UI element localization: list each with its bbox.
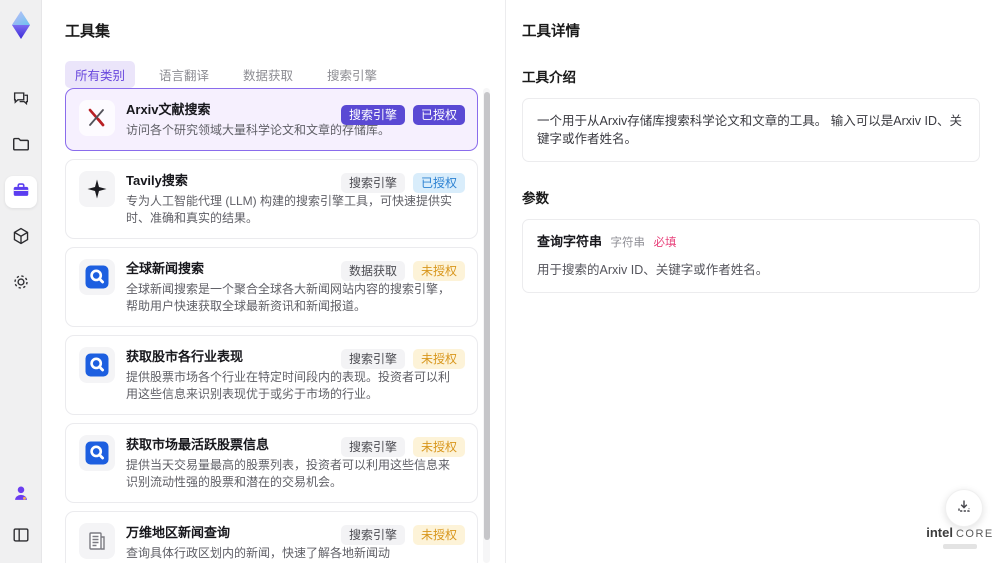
auth-status-badge: 未授权 — [412, 437, 465, 457]
category-badge: 搜索引擎 — [340, 173, 405, 193]
tool-badges: 搜索引擎 已授权 — [340, 173, 465, 193]
category-tabs: 所有类别 语言翻译 数据获取 搜索引擎 — [65, 61, 505, 88]
gear-icon — [11, 272, 31, 297]
tool-list: Arxiv文献搜索 访问各个研究领域大量科学论文和文章的存储库。 搜索引擎 已授权 Ta… — [65, 88, 478, 563]
news-search-icon — [79, 347, 115, 383]
panel-collapse-icon — [11, 525, 31, 550]
category-badge: 搜索引擎 — [340, 349, 405, 369]
list-scrollbar[interactable] — [483, 88, 490, 563]
category-badge: 搜索引擎 — [340, 437, 405, 457]
tool-badges: 数据获取 未授权 — [340, 261, 465, 281]
sidebar-item-profile[interactable] — [5, 479, 37, 511]
intel-core-logo: intel CORE — [925, 524, 995, 549]
tab-all-categories[interactable]: 所有类别 — [65, 61, 136, 88]
category-badge: 数据获取 — [340, 261, 405, 281]
sidebar-item-settings[interactable] — [5, 268, 37, 300]
tool-details-panel: 工具详情 工具介绍 一个用于从Arxiv存储库搜索科学论文和文章的工具。 输入可… — [505, 0, 1000, 563]
sidebar-item-tools[interactable] — [4, 176, 37, 208]
category-badge: 搜索引擎 — [340, 525, 405, 545]
tool-badges: 搜索引擎 已授权 — [340, 105, 465, 125]
intel-logo-sub-bar — [943, 544, 977, 549]
app-sidebar — [0, 0, 42, 563]
page-title: 工具集 — [65, 23, 111, 40]
tool-badges: 搜索引擎 未授权 — [340, 349, 465, 369]
app-logo-icon — [6, 10, 36, 40]
tab-1[interactable]: 语言翻译 — [149, 61, 219, 88]
tool-card[interactable]: 获取市场最活跃股票信息 提供当天交易量最高的股票列表，投资者可以利用这些信息来识别… — [65, 423, 478, 503]
tool-description: 提供股票市场各个行业在特定时间段内的表现。投资者可以利用这些信息来识别表现优于或… — [126, 370, 451, 401]
tool-card[interactable]: 万维地区新闻查询 查询具体行政区划内的新闻，快速了解各地新闻动 搜索引擎 未授权 — [65, 511, 478, 563]
auth-status-badge: 已授权 — [412, 105, 465, 125]
tool-description: 全球新闻搜索是一个聚合全球各大新闻网站内容的搜索引擎，帮助用户快速获取全球最新资… — [126, 282, 451, 313]
auth-status-badge: 已授权 — [412, 173, 465, 193]
auth-status-badge: 未授权 — [412, 525, 465, 545]
param-header: 查询字符串 字符串 必填 — [537, 233, 965, 252]
tavily-star-icon — [79, 171, 115, 207]
tool-list-panel: 工具集 所有类别 语言翻译 数据获取 搜索引擎 Arxiv文献搜索 访问各个研究领域大量… — [42, 0, 505, 563]
category-badge: 搜索引擎 — [340, 105, 405, 125]
folder-icon — [11, 134, 31, 159]
details-title: 工具详情 — [522, 24, 580, 40]
param-name: 查询字符串 — [537, 234, 603, 249]
intro-heading: 工具介绍 — [522, 70, 576, 85]
tool-badges: 搜索引擎 未授权 — [340, 437, 465, 457]
briefcase-icon — [11, 180, 31, 205]
sidebar-item-files[interactable] — [5, 130, 37, 162]
tool-description: 专为人工智能代理 (LLM) 构建的搜索引擎工具，可快速提供实时、准确和真实的结… — [126, 194, 453, 225]
collapse-sidebar-button[interactable] — [5, 521, 37, 553]
download-button[interactable] — [945, 489, 983, 527]
params-heading: 参数 — [522, 191, 549, 206]
tool-card[interactable]: 全球新闻搜索 全球新闻搜索是一个聚合全球各大新闻网站内容的搜索引擎，帮助用户快速获… — [65, 247, 478, 327]
intro-text: 一个用于从Arxiv存储库搜索科学论文和文章的工具。 输入可以是Arxiv ID… — [522, 98, 980, 162]
param-desc: 用于搜索的Arxiv ID、关键字或作者姓名。 — [537, 263, 769, 277]
param-type: 字符串 — [610, 237, 646, 249]
intel-wordmark: intel — [926, 525, 953, 540]
download-icon — [955, 497, 973, 520]
tool-badges: 搜索引擎 未授权 — [340, 525, 465, 545]
tool-card[interactable]: Arxiv文献搜索 访问各个研究领域大量科学论文和文章的存储库。 搜索引擎 已授权 — [65, 88, 478, 151]
user-avatar-icon — [11, 483, 31, 508]
sidebar-item-chat[interactable] — [5, 84, 37, 116]
tool-description: 提供当天交易量最高的股票列表，投资者可以利用这些信息来识别流动性强的股票和潜在的… — [126, 458, 451, 489]
cube-icon — [11, 226, 31, 251]
core-wordmark: CORE — [955, 528, 994, 540]
auth-status-badge: 未授权 — [412, 349, 465, 369]
news-search-icon — [79, 259, 115, 295]
tool-description: 查询具体行政区划内的新闻，快速了解各地新闻动 — [126, 546, 391, 560]
tool-card[interactable]: Tavily搜索 专为人工智能代理 (LLM) 构建的搜索引擎工具，可快速提供实时… — [65, 159, 478, 239]
newspaper-icon — [79, 523, 115, 559]
news-search-icon — [79, 435, 115, 471]
param-required-badge: 必填 — [653, 237, 677, 249]
tool-card[interactable]: 获取股市各行业表现 提供股票市场各个行业在特定时间段内的表现。投资者可以利用这些信… — [65, 335, 478, 415]
tab-3[interactable]: 搜索引擎 — [317, 61, 387, 88]
sidebar-item-models[interactable] — [5, 222, 37, 254]
arxiv-icon — [79, 100, 115, 136]
auth-status-badge: 未授权 — [412, 261, 465, 281]
chat-icon — [11, 88, 31, 113]
param-item: 查询字符串 字符串 必填 用于搜索的Arxiv ID、关键字或作者姓名。 — [522, 219, 980, 293]
list-scrollbar-thumb[interactable] — [483, 92, 490, 540]
tab-2[interactable]: 数据获取 — [233, 61, 303, 88]
